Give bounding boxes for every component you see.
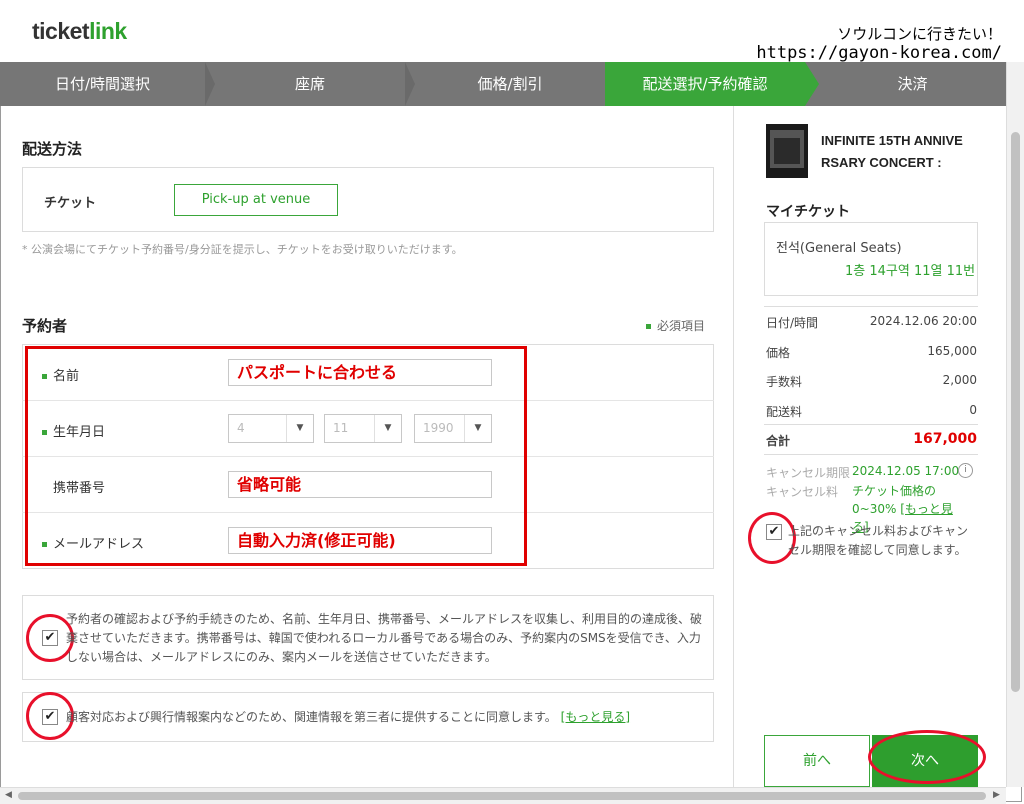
booker-section-title: 予約者 [22,317,68,335]
logo-text-accent: link [89,18,127,44]
step-price: 価格/割引 [477,75,543,93]
step-seat: 座席 [294,75,325,93]
vertical-scrollbar[interactable] [1006,62,1024,787]
more-link[interactable]: [もっと見る] [561,710,630,724]
watermark-text: ソウルコンに行きたい！ [837,25,1002,43]
step-chevron [405,62,415,106]
step-delivery-confirm: 配送選択/予約確認 [605,62,805,106]
shipping-value: 0 [969,403,977,417]
agreement-1-text: 予約者の確認および予約手続きのため、名前、生年月日、携帯番号、メールアドレスを収… [66,612,703,664]
watermark-url: https://gayon-korea.com/ [754,43,1004,63]
date-time-label: 日付/時間 [766,316,819,330]
event-poster-image [766,124,808,178]
column-divider [733,106,734,787]
step-progress-bar: 日付/時間選択 座席 価格/割引 配送選択/予約確認 決済 [0,62,1006,106]
seat-detail: 1층 14구역 11열 11번 [845,264,976,279]
pickup-at-venue-button[interactable]: Pick-up at venue [174,184,338,216]
price-label: 価格 [766,346,791,360]
step-chevron [205,62,215,106]
agreement-2-text: 顧客対応および興行情報案内などのため、関連情報を第三者に提供することに同意します… [66,710,631,724]
fee-label: 手数料 [766,375,803,389]
delivery-section-title: 配送方法 [22,140,83,158]
divider [764,424,978,425]
event-title: INFINITE 15TH ANNIVERSARY CONCERT : [821,133,963,170]
ticket-label: チケット [44,196,97,211]
price-value: 165,000 [927,344,977,358]
required-legend: 必須項目 [646,317,705,334]
cancel-deadline-value: 2024.12.05 17:00 [852,464,960,478]
date-time-value: 2024.12.06 20:00 [869,314,977,328]
divider [764,306,978,307]
cancel-deadline-label: キャンセル期限 [766,466,851,480]
ticketlink-logo[interactable]: ticketlink [32,18,127,45]
horizontal-scrollbar[interactable]: ◀ ▶ [0,787,1006,804]
cancel-fee-label: キャンセル料 [766,485,839,499]
step-payment: 決済 [897,75,928,93]
seat-type: 전석(General Seats) [776,241,902,256]
delivery-box [22,167,714,232]
fee-value: 2,000 [942,373,977,387]
cancel-policy-text: 上記のキャンセル料およびキャンセル期限を確認して同意します。 [788,524,969,557]
shipping-label: 配送料 [766,405,803,419]
total-value: 167,000 [913,431,977,447]
delivery-note: * 公演会場にてチケット予約番号/身分証を提示し、チケットをお受け取りいただけま… [22,243,463,256]
annotation-highlight-box [25,346,527,566]
my-ticket-title: マイチケット [766,204,850,220]
scroll-left-icon[interactable]: ◀ [5,790,12,800]
divider [764,454,978,455]
prev-button[interactable]: 前へ [764,735,870,787]
info-icon[interactable]: i [958,463,973,478]
scroll-thumb-horizontal[interactable] [18,792,986,800]
step-date-time: 日付/時間選択 [54,75,151,93]
scroll-thumb[interactable] [1011,132,1020,692]
step-chevron-active [805,62,819,106]
annotation-circle [868,730,986,784]
total-label: 合計 [766,434,791,448]
my-ticket-box [764,222,978,296]
scroll-right-icon[interactable]: ▶ [993,790,1000,800]
header: ticketlink ソウルコンに行きたい！ https://gayon-kor… [0,0,1024,63]
logo-text: ticket [32,18,90,44]
